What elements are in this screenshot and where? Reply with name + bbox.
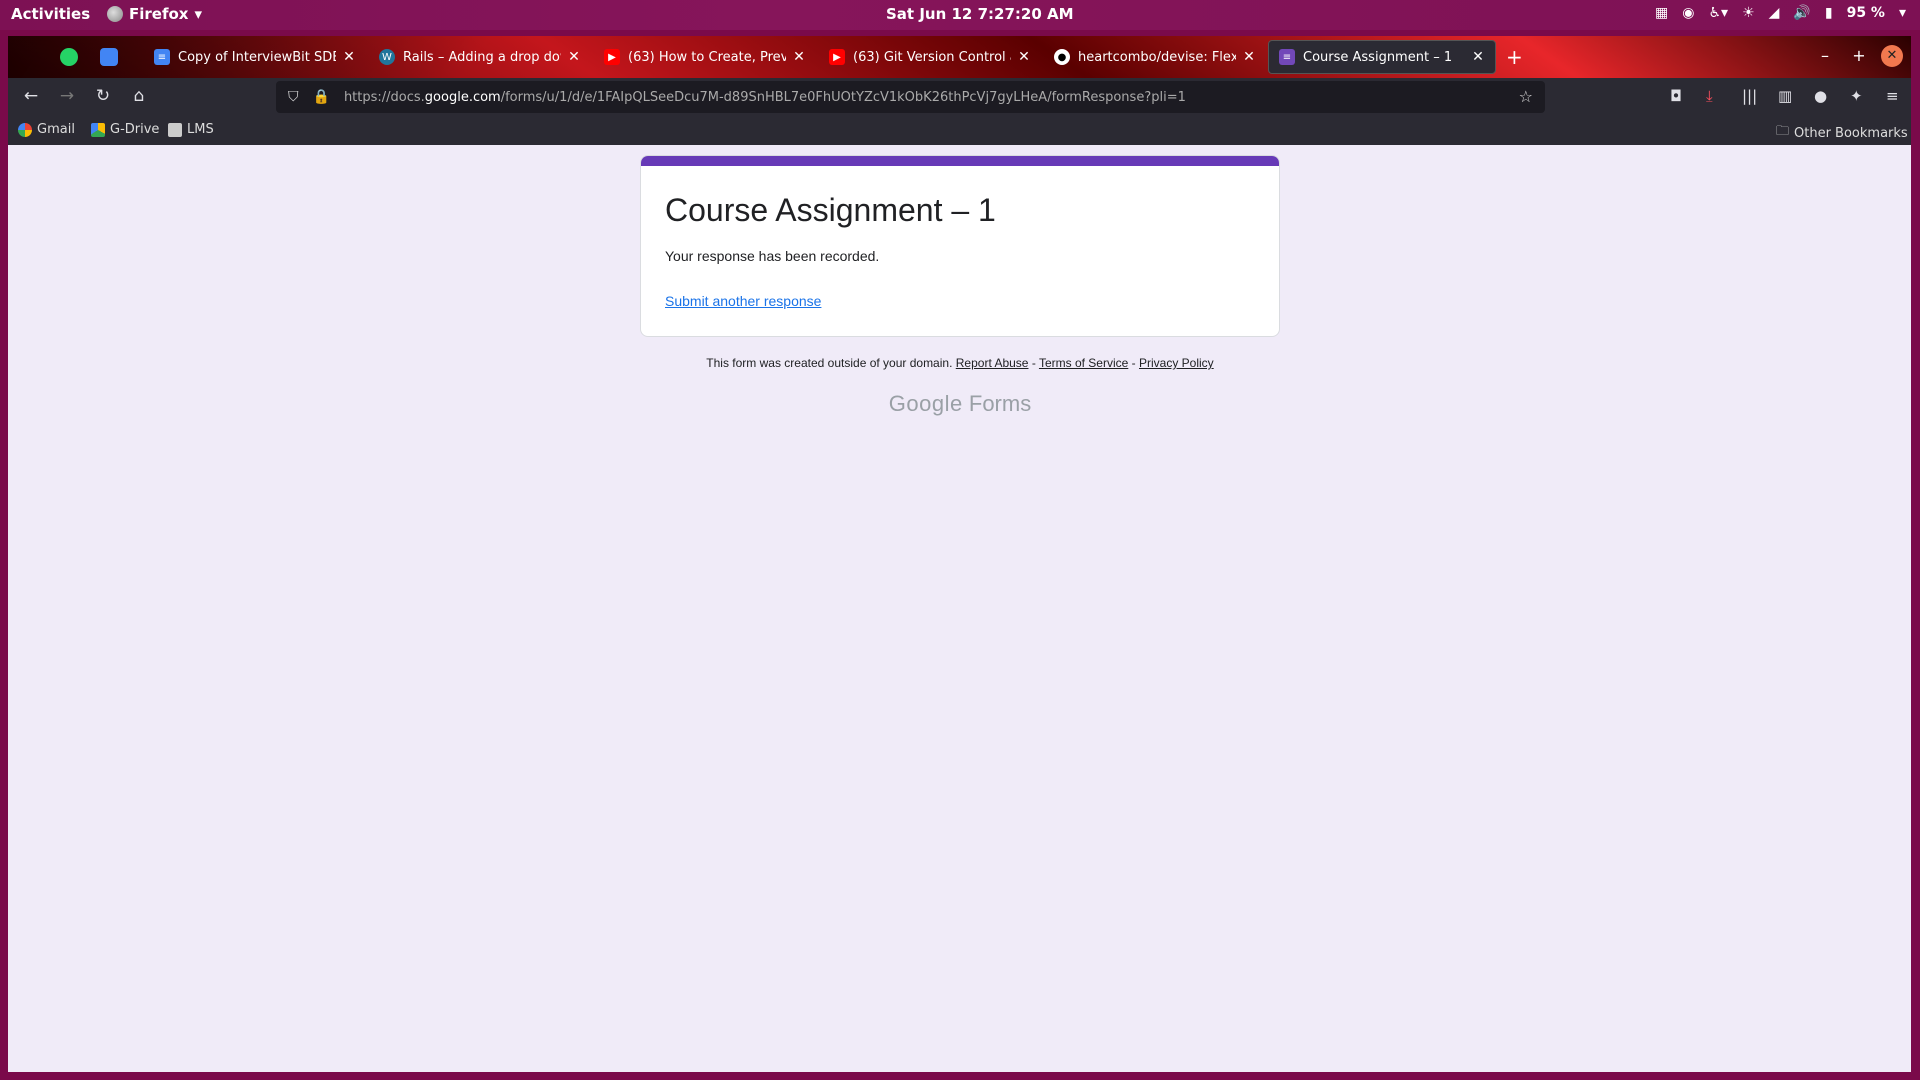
volume-icon: 🔊 <box>1793 5 1811 21</box>
tab-rails-dropdown[interactable]: W Rails – Adding a drop down ✕ <box>369 40 591 74</box>
youtube-icon: ▶ <box>829 49 845 65</box>
close-icon[interactable]: ✕ <box>1242 49 1256 65</box>
home-button[interactable]: ⌂ <box>128 86 150 106</box>
chevron-down-icon[interactable]: ▾ <box>1899 5 1906 21</box>
page-content: Course Assignment – 1 Your response has … <box>8 145 1911 1072</box>
discord-icon[interactable]: ◉ <box>1682 5 1694 21</box>
app-name: Firefox <box>129 5 189 23</box>
maximize-button[interactable]: + <box>1848 45 1870 67</box>
shield-icon[interactable]: ⛉ <box>288 89 299 105</box>
drive-icon <box>91 122 105 137</box>
bookmarks-toolbar: Gmail G-Drive LMS 🗀 Other Bookmarks <box>8 116 1911 145</box>
forms-icon: ≡ <box>1279 49 1295 65</box>
new-tab-button[interactable]: + <box>1506 45 1523 69</box>
firefox-window: ≡ Copy of InterviewBit SDE Int ✕ W Rails… <box>8 36 1911 1072</box>
app-menu-button[interactable]: Firefox ▾ <box>107 5 202 23</box>
chevron-down-icon: ▾ <box>194 5 202 23</box>
back-button[interactable]: ← <box>20 86 42 106</box>
docs-icon: ≡ <box>154 49 170 65</box>
domain-notice: This form was created outside of your do… <box>706 356 953 370</box>
tab-strip: ≡ Copy of InterviewBit SDE Int ✕ W Rails… <box>8 36 1911 78</box>
folder-icon: 🗀 <box>1776 124 1790 139</box>
close-icon[interactable]: ✕ <box>1471 49 1485 65</box>
privacy-policy-link[interactable]: Privacy Policy <box>1139 356 1214 370</box>
battery-percent: 95 % <box>1846 5 1885 21</box>
bookmark-lms[interactable]: LMS <box>168 122 214 137</box>
tab-github-devise[interactable]: ● heartcombo/devise: Flexibl ✕ <box>1044 40 1266 74</box>
form-title: Course Assignment – 1 <box>665 192 996 228</box>
form-footer: This form was created outside of your do… <box>706 356 1214 370</box>
confirmation-message: Your response has been recorded. <box>665 248 880 264</box>
minimize-button[interactable]: – <box>1814 45 1836 67</box>
page-icon <box>168 122 182 137</box>
terms-of-service-link[interactable]: Terms of Service <box>1039 356 1128 370</box>
bookmark-star-icon[interactable]: ☆ <box>1519 87 1533 106</box>
activities-button[interactable]: Activities <box>11 5 90 23</box>
reload-button[interactable]: ↻ <box>92 86 114 106</box>
brightness-icon: ☀ <box>1742 5 1755 21</box>
window-close-button[interactable]: ✕ <box>1881 45 1903 67</box>
layout-icon[interactable]: ▦ <box>1655 5 1668 21</box>
accessibility-icon[interactable]: ♿▾ <box>1709 5 1729 21</box>
navigation-toolbar: ← → ↻ ⌂ ⛉ 🔒 https://docs.google.com/form… <box>8 78 1911 116</box>
url-bar[interactable]: ⛉ 🔒 https://docs.google.com/forms/u/1/d/… <box>276 81 1545 113</box>
other-bookmarks[interactable]: 🗀 Other Bookmarks <box>1776 122 1908 144</box>
extension-icon[interactable]: ✦ <box>1850 87 1863 105</box>
report-abuse-link[interactable]: Report Abuse <box>956 356 1029 370</box>
firefox-icon <box>107 6 123 22</box>
clock[interactable]: Sat Jun 12 7:27:20 AM <box>886 5 1074 23</box>
google-forms-logo[interactable]: Google Forms <box>640 391 1280 417</box>
whatsapp-pinned-tab-icon[interactable] <box>60 48 78 66</box>
tab-interviewbit-doc[interactable]: ≡ Copy of InterviewBit SDE Int ✕ <box>144 40 366 74</box>
github-icon: ● <box>1054 49 1070 65</box>
google-icon <box>18 122 32 137</box>
close-icon[interactable]: ✕ <box>567 49 581 65</box>
close-icon[interactable]: ✕ <box>342 49 356 65</box>
bookmark-gdrive[interactable]: G-Drive <box>91 122 159 137</box>
close-icon[interactable]: ✕ <box>792 49 806 65</box>
system-top-bar: Activities Firefox ▾ Sat Jun 12 7:27:20 … <box>0 0 1920 30</box>
sidebar-icon[interactable]: ▥ <box>1778 87 1792 105</box>
url-text[interactable]: https://docs.google.com/forms/u/1/d/e/1F… <box>344 90 1186 105</box>
library-icon[interactable]: ||| <box>1742 87 1757 105</box>
form-response-card: Course Assignment – 1 Your response has … <box>640 155 1280 337</box>
download-icon[interactable]: ⤓ <box>1706 87 1713 105</box>
submit-another-response-link[interactable]: Submit another response <box>665 293 821 309</box>
close-icon[interactable]: ✕ <box>1017 49 1031 65</box>
lock-icon[interactable]: 🔒 <box>313 89 330 105</box>
system-tray[interactable]: ▦ ◉ ♿▾ ☀ ◢ 🔊 ▮ 95 % ▾ <box>1655 5 1906 21</box>
youtube-icon: ▶ <box>604 49 620 65</box>
calendar-pinned-tab-icon[interactable] <box>100 48 118 66</box>
tab-youtube-create[interactable]: ▶ (63) How to Create, Preview ✕ <box>594 40 816 74</box>
menu-icon[interactable]: ≡ <box>1886 87 1899 105</box>
tab-youtube-git[interactable]: ▶ (63) Git Version Control and ✕ <box>819 40 1041 74</box>
battery-icon: ▮ <box>1824 5 1833 21</box>
account-icon[interactable]: ● <box>1814 87 1827 105</box>
pocket-icon[interactable]: ◘ <box>1670 87 1682 105</box>
forward-button[interactable]: → <box>56 86 78 106</box>
wordpress-icon: W <box>379 49 395 65</box>
bookmark-gmail[interactable]: Gmail <box>18 122 75 137</box>
form-accent-bar <box>641 156 1279 166</box>
wifi-icon: ◢ <box>1768 5 1780 21</box>
tab-course-assignment[interactable]: ≡ Course Assignment – 1 ✕ <box>1268 40 1496 74</box>
